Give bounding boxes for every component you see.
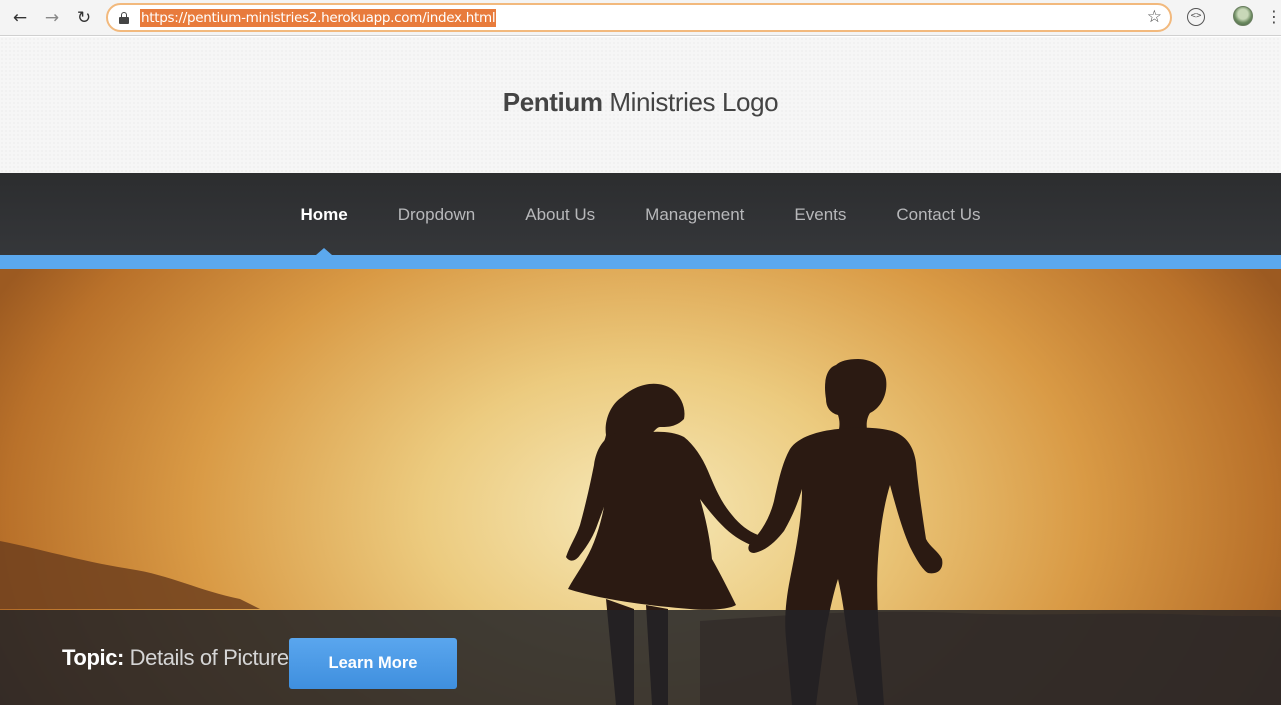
main-nav: Home Dropdown About Us Management Events… xyxy=(0,173,1281,255)
nav-item-management[interactable]: Management xyxy=(620,173,769,255)
lock-icon[interactable] xyxy=(119,12,129,24)
learn-more-button[interactable]: Learn More xyxy=(289,638,457,689)
hero-caption: Topic: Details of Picture xyxy=(62,645,289,671)
caption-label: Topic: xyxy=(62,645,124,670)
nav-item-home[interactable]: Home xyxy=(276,173,373,255)
nav-item-events[interactable]: Events xyxy=(769,173,871,255)
arrow-left-icon[interactable]: ← xyxy=(8,6,32,30)
logo-bold-text: Pentium xyxy=(502,87,603,117)
arrow-right-icon[interactable]: → xyxy=(40,6,64,30)
extension-icon[interactable]: <> xyxy=(1187,8,1205,26)
nav-accent-stripe xyxy=(0,255,1281,269)
reload-icon[interactable]: ↻ xyxy=(72,6,96,30)
url-text[interactable]: https://pentium-ministries2.herokuapp.co… xyxy=(140,9,497,27)
avatar[interactable] xyxy=(1233,6,1253,26)
address-bar[interactable]: https://pentium-ministries2.herokuapp.co… xyxy=(106,3,1172,32)
site-header: Pentium Ministries Logo xyxy=(0,37,1281,173)
nav-item-about-us[interactable]: About Us xyxy=(500,173,620,255)
browser-toolbar: ← → ↻ https://pentium-ministries2.heroku… xyxy=(0,0,1281,36)
logo-text: Ministries Logo xyxy=(602,87,779,117)
hero-slide: Topic: Details of Picture Learn More xyxy=(0,269,1281,705)
star-icon[interactable]: ☆ xyxy=(1147,7,1162,27)
site-logo[interactable]: Pentium Ministries Logo xyxy=(0,87,1281,118)
kebab-menu-icon[interactable]: ⋮ xyxy=(1266,7,1281,27)
nav-item-dropdown[interactable]: Dropdown xyxy=(373,173,501,255)
hero-caption-bar: Topic: Details of Picture Learn More xyxy=(0,610,1281,705)
caption-text: Details of Picture xyxy=(123,645,290,670)
nav-item-contact-us[interactable]: Contact Us xyxy=(871,173,1005,255)
